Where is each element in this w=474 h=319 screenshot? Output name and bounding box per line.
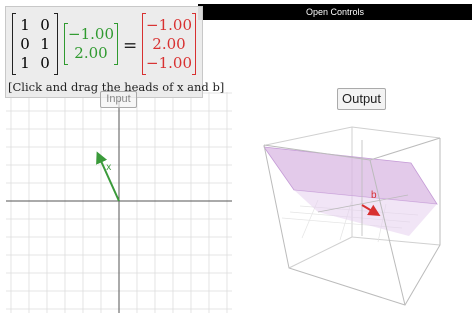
vector-b-cell: −1.00 bbox=[146, 16, 192, 34]
matrix-a: 1 0 0 1 1 0 bbox=[12, 13, 58, 75]
matrix-a-cell: 1 bbox=[20, 16, 30, 34]
vector-b-right-bracket bbox=[192, 13, 196, 75]
x-vector-label: x bbox=[106, 162, 111, 173]
vector-b-cell: −1.00 bbox=[146, 54, 192, 72]
matrix-a-cell: 1 bbox=[20, 54, 30, 72]
vector-b-cell: 2.00 bbox=[152, 35, 186, 53]
matrix-a-cell: 0 bbox=[20, 35, 30, 53]
matrix-a-right-bracket bbox=[54, 13, 58, 75]
matrix-a-cell: 0 bbox=[40, 54, 50, 72]
vector-x-right-bracket bbox=[114, 23, 118, 65]
matrix-a-left-bracket bbox=[12, 13, 16, 75]
b-vector-label: b bbox=[371, 190, 377, 201]
vector-x-cell: −1.00 bbox=[68, 25, 114, 43]
output-view-3d[interactable]: b bbox=[237, 0, 474, 319]
vector-b: −1.00 2.00 −1.00 bbox=[142, 13, 196, 75]
vector-x-cell: 2.00 bbox=[74, 44, 108, 62]
column-space-plane bbox=[263, 146, 438, 205]
output-button[interactable]: Output bbox=[337, 88, 386, 110]
matrix-a-cell: 0 bbox=[40, 16, 50, 34]
open-controls-button[interactable]: Open Controls bbox=[198, 4, 472, 20]
input-button[interactable]: Input bbox=[100, 91, 137, 108]
matrix-a-cell: 1 bbox=[40, 35, 50, 53]
equals-sign: = bbox=[123, 36, 138, 56]
vector-x: −1.00 2.00 bbox=[64, 23, 118, 65]
